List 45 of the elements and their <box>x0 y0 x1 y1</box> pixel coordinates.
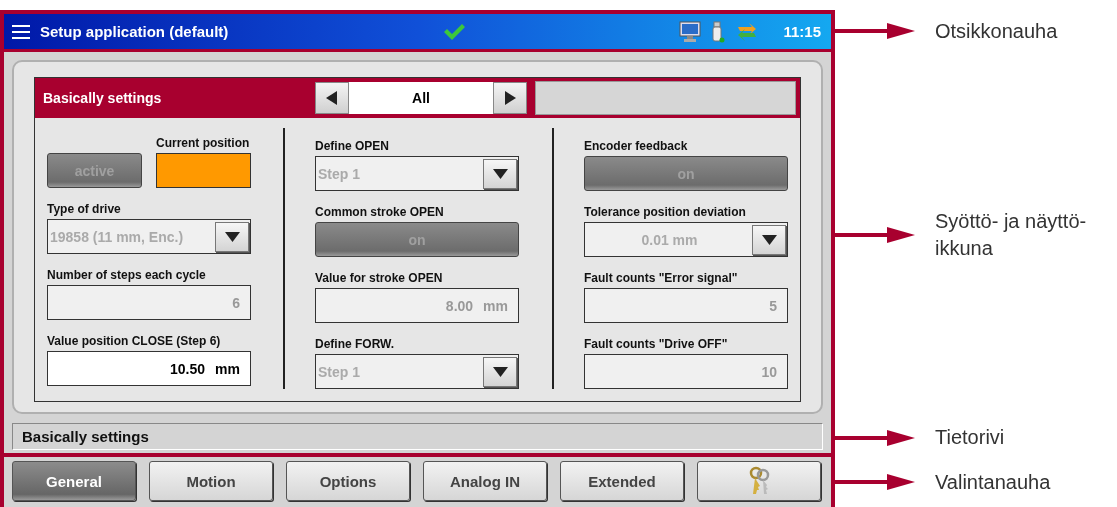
field-label: Value for stroke OPEN <box>315 271 444 285</box>
dropdown-arrow-icon <box>761 234 777 245</box>
dropdown-value: Step 1 <box>318 363 361 380</box>
field-label: Type of drive <box>47 202 122 216</box>
dropdown-arrow-icon <box>492 366 508 377</box>
field-label: Encoder feedback <box>584 139 689 153</box>
dropdown-value: 19858 (11 mm, Enc.) <box>50 228 185 245</box>
window-title: Setup application (default) <box>40 23 229 40</box>
field-label: Current position <box>156 136 251 150</box>
field-label: Common stroke OPEN <box>315 205 445 219</box>
right-arrow-icon <box>504 91 516 105</box>
dropdown-value: 0.01 mm <box>640 231 699 248</box>
panel-title: Basically settings <box>43 90 163 106</box>
previous-button[interactable] <box>315 82 349 114</box>
usb-stick-icon <box>711 20 726 43</box>
dropdown-arrow-icon <box>492 168 508 179</box>
annotation-label: Valintanauha <box>935 469 1051 495</box>
next-button[interactable] <box>493 82 527 114</box>
clock-time: 11:15 <box>783 23 821 40</box>
filter-value: All <box>349 82 493 114</box>
dropdown-value: Step 1 <box>318 165 361 182</box>
field-label: Value position CLOSE (Step 6) <box>47 334 222 348</box>
field-label: Tolerance position deviation <box>584 205 747 219</box>
left-arrow-icon <box>326 91 338 105</box>
keys-tab[interactable] <box>697 461 821 501</box>
tab[interactable]: General <box>12 461 136 501</box>
monitor-icon <box>679 20 702 43</box>
annotation-label: Otsikkonauha <box>935 18 1058 44</box>
info-text: Basically settings <box>22 428 149 445</box>
annotation-label: Tietorivi <box>935 425 1005 450</box>
input-field[interactable]: 10.50 mm <box>47 351 251 386</box>
field-label: Fault counts "Error signal" <box>584 271 739 285</box>
tab[interactable]: Motion <box>149 461 273 501</box>
tab[interactable]: Analog IN <box>423 461 547 501</box>
field-label: Fault counts "Drive OFF" <box>584 337 729 351</box>
dropdown-arrow-icon <box>224 231 240 242</box>
tab[interactable]: Extended <box>560 461 684 501</box>
annotation-label: Syöttö- ja näyttö- ikkuna <box>935 209 1087 261</box>
field-label: Define OPEN <box>315 139 390 153</box>
field-label: Define FORW. <box>315 337 396 351</box>
menu-icon[interactable] <box>12 24 30 39</box>
checkmark-icon <box>442 22 465 41</box>
keys-icon <box>747 466 771 496</box>
tab[interactable]: Options <box>286 461 410 501</box>
field-label: Number of steps each cycle <box>47 268 207 282</box>
